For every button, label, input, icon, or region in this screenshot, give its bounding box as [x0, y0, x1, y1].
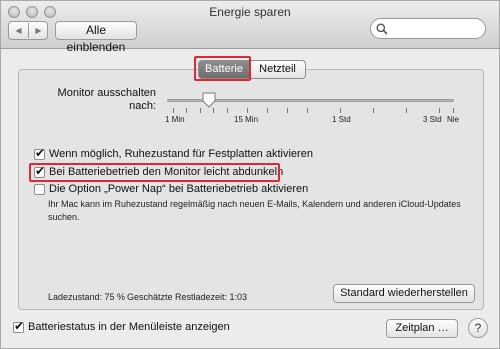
tick-mark [173, 108, 174, 113]
back-forward-control: ◀ ▶ [8, 21, 48, 40]
preferences-window: Energie sparen ◀ ▶ Alle einblenden Batte… [0, 0, 500, 349]
checkmark-icon: ✔ [14, 319, 25, 333]
tick-mark [247, 108, 248, 113]
monitor-label-line2: nach: [129, 100, 156, 112]
dim-display-highlight [29, 163, 280, 182]
slider-knob[interactable] [202, 92, 216, 108]
chevron-right-icon[interactable]: ▶ [29, 22, 48, 39]
window-title: Energie sparen [209, 5, 291, 19]
tick-mark [307, 108, 308, 113]
tick-mark [227, 108, 228, 113]
tick-mark [186, 108, 187, 113]
power-nap-label: Die Option „Power Nap“ bei Batteriebetri… [49, 183, 309, 195]
search-field[interactable] [370, 18, 486, 39]
monitor-label-line1: Monitor ausschalten [57, 87, 156, 99]
tick-mark [340, 108, 341, 113]
tick-label-nie: Nie [447, 115, 460, 124]
magnifier-icon [376, 23, 388, 35]
tick-label-1-min: 1 Min [165, 115, 185, 124]
charge-level-text: Ladezustand: 75 % [48, 292, 126, 302]
disk-sleep-checkbox[interactable]: ✔ [34, 146, 46, 160]
tab-netzteil[interactable]: Netzteil [250, 60, 306, 79]
power-nap-description: Ihr Mac kann im Ruhezustand regelmäßig n… [48, 199, 461, 222]
tick-label-1-std: 1 Std [332, 115, 351, 124]
tick-mark [267, 108, 268, 113]
menu-bar-status-checkbox[interactable]: ✔ [13, 319, 25, 333]
tick-mark [373, 108, 374, 113]
tick-mark [287, 108, 288, 113]
tick-mark [406, 108, 407, 113]
title-bar: Energie sparen ◀ ▶ Alle einblenden [1, 1, 499, 54]
disk-sleep-label: Wenn möglich, Ruhezustand für Festplatte… [49, 148, 313, 160]
tick-mark [439, 108, 440, 113]
schedule-button[interactable]: Zeitplan … [386, 319, 458, 338]
tick-mark [453, 108, 454, 113]
chevron-left-icon[interactable]: ◀ [9, 22, 28, 39]
tab-highlight [194, 56, 251, 81]
power-nap-checkbox[interactable] [34, 184, 45, 195]
show-all-button[interactable]: Alle einblenden [55, 21, 137, 54]
tick-label-15-min: 15 Min [234, 115, 259, 124]
menu-bar-status-label: Batteriestatus in der Menüleiste anzeige… [28, 321, 230, 333]
remaining-time-text: Geschätzte Restladezeit: 1:03 [127, 292, 248, 302]
tick-label-3-std: 3 Std [423, 115, 442, 124]
tick-mark [213, 108, 214, 113]
help-button[interactable]: ? [468, 318, 488, 338]
checkmark-icon: ✔ [35, 146, 46, 160]
tick-mark [200, 108, 201, 113]
restore-defaults-button[interactable]: Standard wiederherstellen [333, 284, 475, 303]
